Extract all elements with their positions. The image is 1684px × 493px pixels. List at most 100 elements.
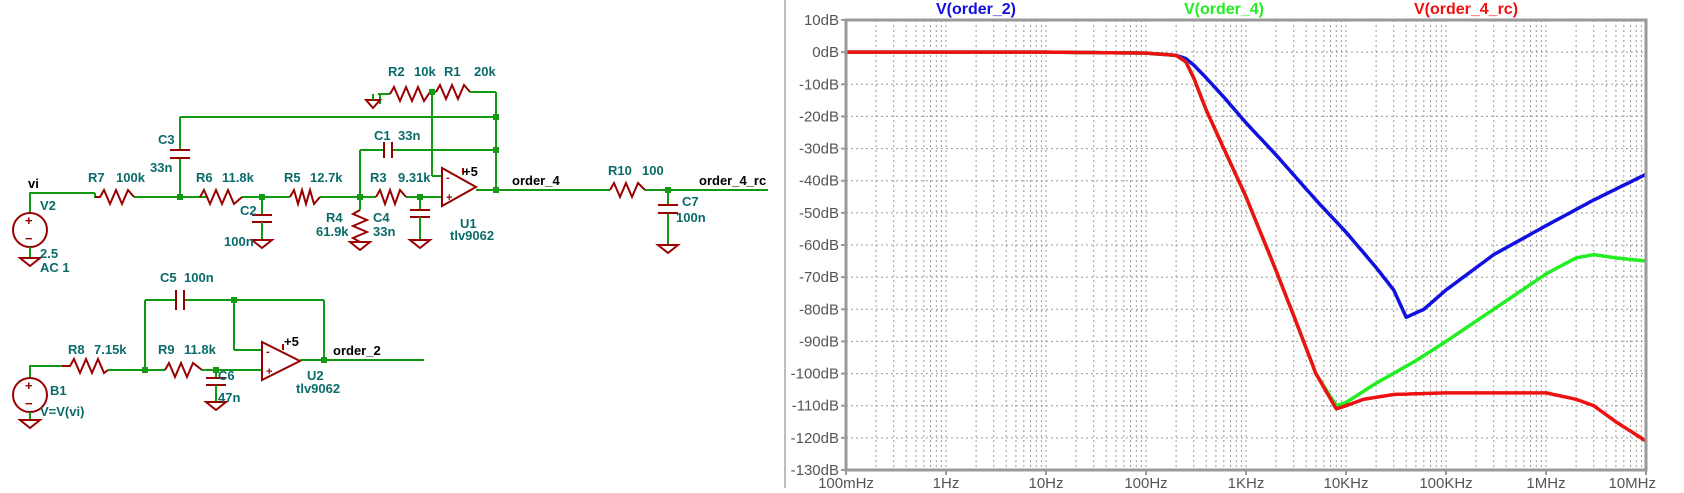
x-tick-label: 100KHz	[1419, 475, 1472, 488]
svg-text:-: -	[446, 172, 450, 184]
y-tick-label: -30dB	[799, 141, 839, 158]
resistor-r4	[350, 209, 370, 243]
r7-value: 100k	[116, 170, 146, 185]
c7-name: C7	[682, 194, 699, 209]
r4-name: R4	[326, 210, 343, 225]
c2-value: 100n	[224, 234, 254, 249]
x-tick-label: 1MHz	[1526, 475, 1565, 488]
r3-name: R3	[370, 170, 387, 185]
x-tick-label: 100Hz	[1124, 475, 1167, 488]
bode-plot[interactable]: 10dB 0dB -10dB -20dB -30dB -40dB -50dB -60dB -70…	[786, 0, 1684, 492]
c1-value: 33n	[398, 128, 420, 143]
x-tick-label: 10Hz	[1028, 475, 1063, 488]
c6-name: C6	[218, 368, 235, 383]
u2-value: tlv9062	[296, 381, 340, 396]
svg-text:+: +	[25, 378, 33, 393]
resistor-r5	[289, 186, 321, 208]
v2-extra: AC 1	[40, 260, 70, 275]
y-tick-label: -120dB	[791, 430, 839, 447]
plot-grid	[846, 20, 1646, 470]
r9-value: 11.8k	[184, 342, 217, 357]
svg-text:+: +	[25, 213, 33, 228]
y-tick-label: -80dB	[799, 301, 839, 318]
ground-symbols	[17, 94, 681, 430]
resistor-r3	[375, 187, 407, 207]
u1-value: tlv9062	[450, 228, 494, 243]
waveform-viewer[interactable]: 10dB 0dB -10dB -20dB -30dB -40dB -50dB -60dB -70…	[786, 0, 1684, 492]
r3-value: 9.31k	[398, 170, 431, 185]
r10-name: R10	[608, 163, 632, 178]
b1-name: B1	[50, 383, 67, 398]
r5-value: 12.7k	[310, 170, 343, 185]
resistor-r9	[164, 360, 203, 380]
resistor-r6	[199, 187, 243, 207]
c7-value: 100n	[676, 210, 706, 225]
r9-name: R9	[158, 342, 175, 357]
y-tick-label: -100dB	[791, 366, 839, 383]
r8-value: 7.15k	[94, 342, 127, 357]
net-label-order-4-rc: order_4_rc	[699, 173, 766, 188]
r10-value: 100	[642, 163, 664, 178]
resistor-r8	[62, 356, 109, 376]
schematic-canvas[interactable]: - + - + + − + − vi V2 2.5 AC 1 R7 100k C…	[0, 0, 786, 488]
y-tick-label: -60dB	[799, 237, 839, 254]
svg-text:−: −	[25, 231, 33, 246]
net-label-order-2: order_2	[333, 343, 381, 358]
c2-name: C2	[240, 203, 257, 218]
c5-value: 100n	[184, 270, 214, 285]
y-tick-label: -40dB	[799, 173, 839, 190]
r5-name: R5	[284, 170, 301, 185]
plot-legend: V(order_2) V(order_4) V(order_4_rc)	[936, 1, 1518, 18]
v2-name: V2	[40, 198, 56, 213]
resistor-r7	[95, 187, 135, 207]
y-tick-label: -90dB	[799, 333, 839, 350]
r2-name: R2	[388, 64, 405, 79]
c4-name: C4	[373, 210, 390, 225]
net-label-order-4: order_4	[512, 173, 560, 188]
y-tick-label: -50dB	[799, 205, 839, 222]
c5-name: C5	[160, 270, 177, 285]
c1-name: C1	[374, 128, 391, 143]
svg-text:−: −	[25, 396, 33, 411]
resistor-r1	[435, 82, 471, 102]
y-tick-label: 0dB	[812, 44, 839, 61]
c4-value: 33n	[373, 224, 395, 239]
svg-text:+: +	[446, 192, 452, 204]
x-tick-label: 100mHz	[818, 475, 874, 488]
b1-value: V=V(vi)	[40, 404, 84, 419]
resistor-r2	[389, 84, 431, 104]
u2-supply: +5	[284, 334, 299, 349]
svg-text:-: -	[266, 346, 270, 358]
c6-value: 47n	[218, 390, 240, 405]
y-tick-label: 10dB	[804, 12, 839, 29]
r6-value: 11.8k	[222, 170, 255, 185]
y-tick-label: -20dB	[799, 108, 839, 125]
svg-text:+: +	[266, 366, 272, 378]
r1-name: R1	[444, 64, 461, 79]
resistor-r10	[609, 180, 646, 200]
legend-order-4-rc: V(order_4_rc)	[1414, 1, 1518, 18]
plot-axes: 10dB 0dB -10dB -20dB -30dB -40dB -50dB -60dB -70…	[791, 12, 1656, 492]
u1-supply: +5	[463, 164, 478, 179]
legend-order-2: V(order_2)	[936, 1, 1016, 18]
resistors	[62, 82, 646, 380]
net-label-vi: vi	[28, 176, 39, 191]
x-tick-label: 1Hz	[933, 475, 960, 488]
y-tick-label: -70dB	[799, 269, 839, 286]
r4-value: 61.9k	[316, 224, 349, 239]
schematic-pane[interactable]: - + - + + − + − vi V2 2.5 AC 1 R7 100k C…	[0, 0, 786, 488]
r1-value: 20k	[474, 64, 496, 79]
y-tick-label: -110dB	[792, 398, 839, 415]
x-tick-label: 10MHz	[1608, 475, 1656, 488]
c3-name: C3	[158, 132, 175, 147]
legend-order-4: V(order_4)	[1184, 1, 1264, 18]
r8-name: R8	[68, 342, 85, 357]
x-tick-label: 10KHz	[1323, 475, 1368, 488]
r6-name: R6	[196, 170, 213, 185]
v2-value: 2.5	[40, 246, 58, 261]
r2-value: 10k	[414, 64, 436, 79]
ltspice-window: - + - + + − + − vi V2 2.5 AC 1 R7 100k C…	[0, 0, 1684, 492]
r7-name: R7	[88, 170, 105, 185]
y-tick-label: -10dB	[799, 76, 839, 93]
x-tick-label: 1KHz	[1228, 475, 1265, 488]
